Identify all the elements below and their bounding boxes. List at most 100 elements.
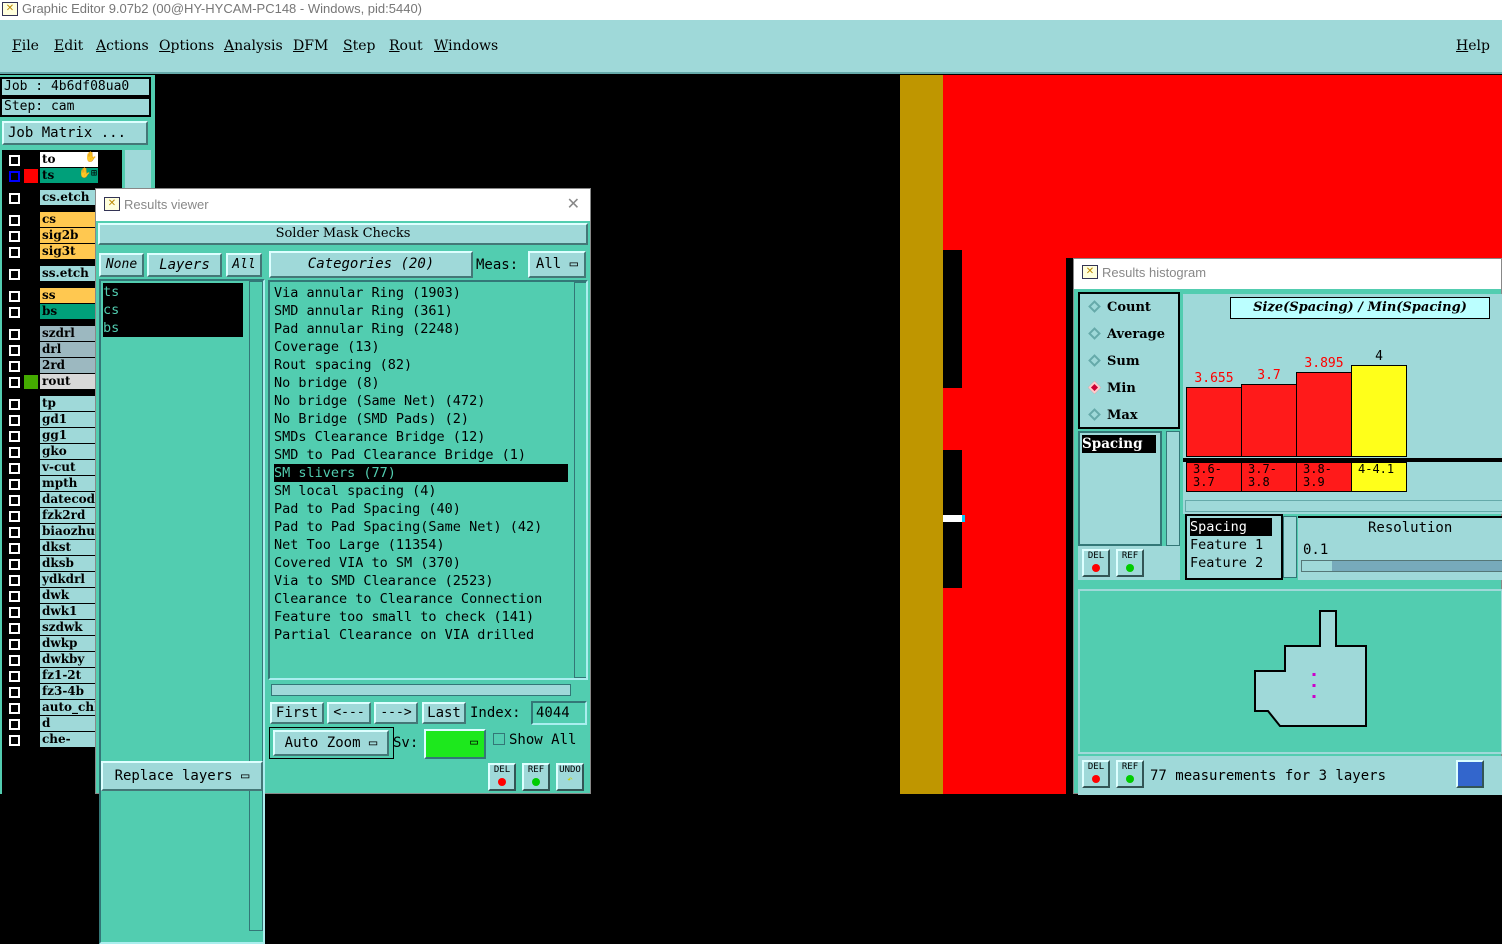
job-matrix-button[interactable]: Job Matrix ... bbox=[2, 121, 148, 145]
select-all-button[interactable]: All bbox=[226, 253, 262, 277]
attribute-scrollbar[interactable] bbox=[1166, 431, 1180, 546]
menu-options[interactable]: Options bbox=[159, 38, 214, 54]
layer-checkbox[interactable] bbox=[9, 687, 20, 698]
layer-checkbox[interactable] bbox=[9, 655, 20, 666]
category-item[interactable]: Pad to Pad Spacing (40) bbox=[274, 500, 461, 518]
layer-checkbox[interactable] bbox=[9, 231, 20, 242]
list-item[interactable]: Spacing bbox=[1190, 518, 1272, 536]
categories-scrollbar[interactable] bbox=[574, 282, 586, 678]
layer-row-dkst[interactable]: dkst bbox=[6, 540, 98, 556]
layer-checkbox[interactable] bbox=[9, 623, 20, 634]
category-item[interactable]: Via to SMD Clearance (2523) bbox=[274, 572, 493, 590]
layer-row-to[interactable]: to ✋ bbox=[6, 152, 98, 168]
layer-checkbox[interactable] bbox=[9, 269, 20, 280]
resolution-slider[interactable] bbox=[1301, 560, 1502, 572]
layer-checkbox[interactable] bbox=[9, 215, 20, 226]
layer-checkbox[interactable] bbox=[9, 719, 20, 730]
close-icon[interactable]: ✕ bbox=[567, 194, 580, 214]
layer-row-dwk1[interactable]: dwk1 bbox=[6, 604, 98, 620]
categories-hscrollbar[interactable] bbox=[271, 684, 571, 696]
category-item[interactable]: No bridge (8) bbox=[274, 374, 380, 392]
menu-file[interactable]: File bbox=[12, 38, 39, 54]
next-button[interactable]: ---> bbox=[374, 702, 418, 724]
layer-checkbox[interactable] bbox=[9, 575, 20, 586]
menu-windows[interactable]: Windows bbox=[434, 38, 498, 54]
layer-checkbox[interactable] bbox=[9, 463, 20, 474]
category-item[interactable]: SM local spacing (4) bbox=[274, 482, 437, 500]
menu-help[interactable]: Help bbox=[1456, 38, 1490, 54]
category-item[interactable]: SMDs Clearance Bridge (12) bbox=[274, 428, 485, 446]
undo-button[interactable]: UNDO ↶ bbox=[556, 763, 584, 791]
layer-row-fz1-2t[interactable]: fz1-2t bbox=[6, 668, 98, 684]
layer-row-ss[interactable]: ss bbox=[6, 288, 98, 304]
menu-actions[interactable]: Actions bbox=[96, 38, 149, 54]
layer-checkbox[interactable] bbox=[9, 171, 20, 182]
layer-row-gko[interactable]: gko bbox=[6, 444, 98, 460]
layer-row-fzk2rd[interactable]: fzk2rd bbox=[6, 508, 98, 524]
refresh-button[interactable]: REF bbox=[1116, 760, 1144, 788]
histogram-bar[interactable] bbox=[1351, 365, 1407, 457]
auto-zoom-dropdown[interactable]: Auto Zoom ▭ bbox=[273, 730, 389, 756]
layer-checkbox[interactable] bbox=[9, 671, 20, 682]
layer-row-dwkby[interactable]: dwkby bbox=[6, 652, 98, 668]
layer-checkbox[interactable] bbox=[9, 329, 20, 340]
last-button[interactable]: Last bbox=[422, 702, 466, 724]
menu-analysis[interactable]: Analysis bbox=[224, 38, 283, 54]
mode-radio-average[interactable]: Average bbox=[1088, 327, 1165, 342]
mode-radio-count[interactable]: Count bbox=[1088, 300, 1151, 315]
layer-row-tp[interactable]: tp bbox=[6, 396, 98, 412]
layer-row-sig2b[interactable]: sig2b bbox=[6, 228, 98, 244]
category-item[interactable]: Pad to Pad Spacing(Same Net) (42) bbox=[274, 518, 542, 536]
category-item[interactable]: Coverage (13) bbox=[274, 338, 380, 356]
layer-row-auto_chk[interactable]: auto_chk bbox=[6, 700, 102, 716]
layer-checkbox[interactable] bbox=[9, 155, 20, 166]
delete-button[interactable]: DEL bbox=[488, 763, 516, 791]
layer-checkbox[interactable] bbox=[9, 291, 20, 302]
layer-checkbox[interactable] bbox=[9, 361, 20, 372]
category-item[interactable]: No bridge (Same Net) (472) bbox=[274, 392, 485, 410]
mode-radio-max[interactable]: Max bbox=[1088, 408, 1138, 423]
layer-row-cs[interactable]: cs bbox=[6, 212, 98, 228]
menu-edit[interactable]: Edit bbox=[54, 38, 83, 54]
layer-checkbox[interactable] bbox=[9, 479, 20, 490]
replace-layers-dropdown[interactable]: Replace layers ▭ bbox=[101, 761, 263, 791]
layer-row-v-cut[interactable]: v-cut bbox=[6, 460, 98, 476]
layer-row-mpth[interactable]: mpth bbox=[6, 476, 98, 492]
layer-row-sig3t[interactable]: sig3t bbox=[6, 244, 98, 260]
list-item[interactable]: bs bbox=[103, 319, 243, 337]
category-item[interactable]: No Bridge (SMD Pads) (2) bbox=[274, 410, 469, 428]
category-item[interactable]: SM slivers (77) bbox=[274, 464, 568, 482]
menu-step[interactable]: Step bbox=[343, 38, 375, 54]
layer-row-ss.etch[interactable]: ss.etch bbox=[6, 266, 98, 282]
layer-row-fz3-4b[interactable]: fz3-4b bbox=[6, 684, 98, 700]
category-item[interactable]: Net Too Large (11354) bbox=[274, 536, 445, 554]
layer-row-dwkp[interactable]: dwkp bbox=[6, 636, 98, 652]
layer-row-biaozhu[interactable]: biaozhu bbox=[6, 524, 98, 540]
select-none-button[interactable]: None bbox=[99, 253, 144, 277]
layer-row-ts[interactable]: ts ✋⊞ bbox=[6, 168, 98, 184]
list-item[interactable]: ts bbox=[103, 283, 243, 301]
chart-hscrollbar[interactable] bbox=[1185, 500, 1502, 512]
category-item[interactable]: Clearance to Clearance Connection bbox=[274, 590, 542, 608]
refresh-button[interactable]: REF bbox=[1116, 549, 1144, 577]
layer-row-cs.etch[interactable]: cs.etch bbox=[6, 190, 98, 206]
first-button[interactable]: First bbox=[270, 702, 324, 724]
window-icon-button[interactable] bbox=[1456, 760, 1484, 788]
show-all-checkbox[interactable] bbox=[493, 733, 505, 745]
list-item[interactable]: cs bbox=[103, 301, 243, 319]
severity-dropdown[interactable]: ▭ bbox=[424, 729, 486, 759]
layer-row-d[interactable]: d bbox=[6, 716, 98, 732]
layer-row-datecode[interactable]: datecode bbox=[6, 492, 103, 508]
layer-row-ydkdrl[interactable]: ydkdrl bbox=[6, 572, 98, 588]
layer-checkbox[interactable] bbox=[9, 193, 20, 204]
layer-checkbox[interactable] bbox=[9, 735, 20, 746]
layer-checkbox[interactable] bbox=[9, 415, 20, 426]
list-item[interactable]: Feature 1 bbox=[1190, 536, 1263, 554]
delete-button[interactable]: DEL bbox=[1082, 760, 1110, 788]
category-item[interactable]: SMD annular Ring (361) bbox=[274, 302, 453, 320]
layer-row-dwk[interactable]: dwk bbox=[6, 588, 98, 604]
refresh-button[interactable]: REF bbox=[522, 763, 550, 791]
menu-dfm[interactable]: DFM bbox=[293, 38, 328, 54]
layer-row-2rd[interactable]: 2rd bbox=[6, 358, 98, 374]
layer-row-rout[interactable]: rout bbox=[6, 374, 98, 390]
